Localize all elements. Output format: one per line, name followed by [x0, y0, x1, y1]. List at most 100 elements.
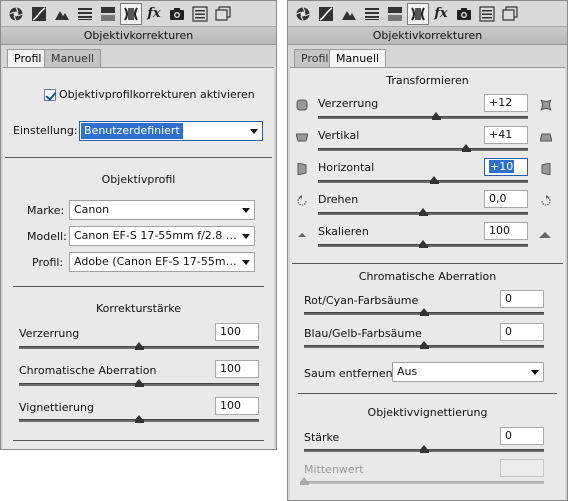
- vignette-amount-value: 0: [505, 429, 512, 442]
- chevron-down-icon: [531, 370, 539, 375]
- transform-rotate-slider[interactable]: [318, 208, 528, 217]
- tone-curve-icon[interactable]: [28, 3, 50, 25]
- transform-scale-field[interactable]: 100: [484, 222, 528, 240]
- profile-select-value: Adobe (Canon EF-S 17-55mm ...: [74, 255, 238, 268]
- transform-vertical-label: Vertikal: [318, 129, 360, 142]
- panel-title: Objektivkorrekturen: [1, 27, 276, 45]
- slider-track: [304, 481, 544, 484]
- setting-select[interactable]: Benutzerdefiniert: [79, 121, 263, 141]
- red-cyan-slider[interactable]: [304, 308, 544, 317]
- slider-thumb[interactable]: [429, 176, 439, 184]
- fx-icon[interactable]: fx: [143, 3, 165, 25]
- barrel-distortion-icon[interactable]: [296, 99, 308, 111]
- horizontal-perspective-minus-icon[interactable]: [296, 162, 308, 176]
- snapshots-icon[interactable]: [212, 3, 234, 25]
- lens-corrections-panel-manual: fx Objektivkorrekturen Profil Manuell Tr…: [287, 0, 568, 501]
- hsl-icon[interactable]: [361, 3, 383, 25]
- transform-rotate-field[interactable]: 0,0: [484, 190, 528, 208]
- transform-horizontal-field[interactable]: +10: [484, 158, 528, 176]
- transform-scale-slider[interactable]: [318, 240, 528, 249]
- tab-manuell[interactable]: Manuell: [329, 49, 387, 69]
- slider-thumb[interactable]: [419, 240, 428, 248]
- transform-scale-value: 100: [489, 224, 510, 237]
- panel-content: Transformieren Verzerrung +12 Vertikal +…: [290, 67, 565, 500]
- hsl-icon[interactable]: [74, 3, 96, 25]
- scale-up-icon[interactable]: [539, 227, 551, 239]
- model-label: Modell:: [27, 230, 67, 243]
- pincushion-distortion-icon[interactable]: [540, 99, 552, 111]
- tab-bar: Profil Manuell: [1, 49, 276, 69]
- profile-label: Profil:: [32, 256, 64, 269]
- presets-icon[interactable]: [476, 3, 498, 25]
- slider-thumb[interactable]: [420, 445, 429, 453]
- aperture-icon[interactable]: [292, 3, 314, 25]
- tab-profil[interactable]: Profil: [7, 49, 49, 69]
- slider-thumb[interactable]: [419, 208, 428, 216]
- transform-horizontal-value: +10: [489, 160, 515, 173]
- chevron-down-icon: [242, 208, 250, 213]
- enable-profile-checkbox[interactable]: [44, 89, 56, 101]
- blue-yellow-slider[interactable]: [304, 341, 544, 350]
- split-toning-icon[interactable]: [384, 3, 406, 25]
- slider-thumb[interactable]: [431, 112, 441, 120]
- vignette-amount-field[interactable]: 0: [500, 427, 544, 445]
- slider-thumb[interactable]: [420, 308, 429, 316]
- vignetting-strength-slider[interactable]: [19, 415, 259, 424]
- profile-select[interactable]: Adobe (Canon EF-S 17-55mm ...: [69, 252, 255, 272]
- vertical-perspective-plus-icon[interactable]: [539, 131, 553, 143]
- mountains-icon[interactable]: [51, 3, 73, 25]
- transform-distortion-slider[interactable]: [318, 112, 528, 121]
- make-select[interactable]: Canon: [69, 200, 255, 220]
- tab-bar: Profil Manuell: [288, 49, 567, 69]
- lens-corrections-icon[interactable]: [407, 2, 429, 25]
- tone-curve-icon[interactable]: [315, 3, 337, 25]
- panel-toolbar: fx: [1, 1, 276, 27]
- mountains-icon[interactable]: [338, 3, 360, 25]
- slider-thumb[interactable]: [135, 415, 144, 423]
- model-select[interactable]: Canon EF-S 17-55mm f/2.8 IS...: [69, 226, 255, 246]
- transform-horizontal-slider[interactable]: [318, 176, 528, 185]
- rotate-ccw-icon[interactable]: [296, 195, 308, 207]
- horizontal-perspective-plus-icon[interactable]: [540, 162, 552, 176]
- enable-profile-label: Objektivprofilkorrekturen aktivieren: [59, 88, 255, 101]
- distortion-strength-slider[interactable]: [19, 342, 259, 351]
- chromatic-strength-field[interactable]: 100: [215, 360, 259, 378]
- blue-yellow-field[interactable]: 0: [500, 323, 544, 341]
- presets-icon[interactable]: [189, 3, 211, 25]
- slider-thumb[interactable]: [420, 341, 429, 349]
- scale-down-icon[interactable]: [296, 227, 308, 239]
- defringe-select[interactable]: Aus: [392, 362, 544, 382]
- distortion-strength-field[interactable]: 100: [215, 323, 259, 341]
- lens-corrections-icon[interactable]: [120, 2, 142, 25]
- distortion-strength-label: Verzerrung: [19, 327, 80, 340]
- chromatic-section-title: Chromatische Aberration: [358, 270, 497, 283]
- snapshots-icon[interactable]: [499, 3, 521, 25]
- aperture-icon[interactable]: [5, 3, 27, 25]
- rotate-cw-icon[interactable]: [540, 195, 552, 207]
- camera-calibration-icon[interactable]: [453, 3, 475, 25]
- tab-manuell[interactable]: Manuell: [44, 49, 102, 68]
- split-toning-icon[interactable]: [97, 3, 119, 25]
- chevron-down-icon: [242, 234, 250, 239]
- vignette-midpoint-label: Mittenwert: [304, 463, 364, 476]
- transform-distortion-field[interactable]: +12: [484, 94, 528, 112]
- vignette-amount-slider[interactable]: [304, 445, 544, 454]
- make-label: Marke:: [27, 204, 65, 217]
- vignette-section-title: Objektivvignettierung: [367, 406, 488, 419]
- vertical-perspective-minus-icon[interactable]: [295, 131, 309, 143]
- slider-thumb: [300, 477, 309, 485]
- transform-vertical-field[interactable]: +41: [484, 126, 528, 144]
- transform-vertical-slider[interactable]: [318, 144, 528, 153]
- setting-label: Einstellung:: [13, 124, 78, 137]
- vignetting-strength-field[interactable]: 100: [215, 397, 259, 415]
- slider-thumb[interactable]: [462, 144, 472, 152]
- panel-toolbar: fx: [288, 1, 567, 27]
- slider-thumb[interactable]: [135, 342, 144, 350]
- red-cyan-field[interactable]: 0: [500, 290, 544, 308]
- fx-icon[interactable]: fx: [430, 3, 452, 25]
- chromatic-strength-slider[interactable]: [19, 379, 259, 388]
- slider-thumb[interactable]: [135, 379, 144, 387]
- transform-scale-label: Skalieren: [318, 225, 369, 238]
- blue-yellow-label: Blau/Gelb-Farbsäume: [304, 327, 422, 340]
- camera-calibration-icon[interactable]: [166, 3, 188, 25]
